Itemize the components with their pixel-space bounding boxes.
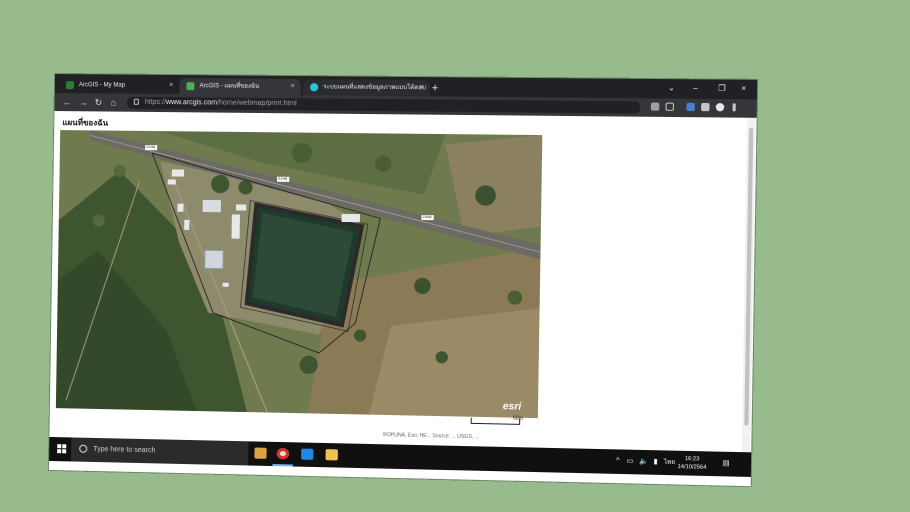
address-bar[interactable]: https://www.arcgis.com/home/webmap/print… [126,96,641,114]
minimize-button[interactable]: – [693,82,698,94]
attribution-text: ROPUNA, Esri, HE... Source: ... USGS, ..… [383,432,480,441]
lock-icon[interactable] [133,98,139,105]
close-tab-icon[interactable]: × [169,78,173,94]
close-tab-icon[interactable]: × [419,80,423,96]
file-explorer-icon[interactable] [325,449,338,461]
forward-button[interactable]: → [79,96,88,108]
network-icon[interactable]: ▮ [653,450,658,475]
profile-avatar-icon[interactable] [715,103,725,112]
tab-label: ArcGIS - แผนที่ของฉัน [199,83,260,90]
tab-search-icon[interactable]: ⌄ [668,82,675,94]
store-icon[interactable] [254,447,267,459]
page-scrollbar[interactable] [741,117,756,457]
satellite-map[interactable]: 2148 2148 2348 esri [55,130,543,419]
tab-label: ระบบแผนที่แสดงข้อมูลภาพแบบโต้ตอบ [323,84,426,92]
home-button[interactable]: ⌂ [111,97,117,109]
volume-icon[interactable]: 🔈 [639,450,648,475]
taskbar-clock[interactable]: 16:23 14/10/2564 [677,455,707,472]
arcgis-favicon-icon [186,82,195,91]
arcgis-favicon-icon [65,81,74,90]
tab-interactive-map[interactable]: ระบบแผนที่แสดงข้อมูลภาพแบบโต้ตอบ × [302,79,430,97]
taskbar-search-box[interactable]: Type here to search [71,437,249,466]
notification-icon[interactable]: ▤ [722,452,730,477]
close-tab-icon[interactable]: × [290,79,295,95]
mail-icon[interactable] [301,448,314,460]
menu-kebab-icon[interactable] [732,103,736,112]
road-label: 2148 [278,175,288,181]
map-imagery [55,130,543,419]
bookmark-star-icon[interactable] [665,102,674,111]
extension-icon[interactable] [686,102,695,112]
language-indicator[interactable]: ไทย [664,450,675,475]
esri-logo: esri [502,401,522,413]
tray-overflow-icon[interactable]: ^ [616,449,620,474]
chrome-icon[interactable] [276,447,290,460]
active-app-indicator [272,464,293,467]
page-title: แผนที่ของฉัน [62,118,109,128]
maximize-button[interactable]: ❐ [718,83,726,95]
monitor-screen: ArcGIS - My Map × ArcGIS - แผนที่ของฉัน … [48,74,758,487]
puzzle-extensions-icon[interactable] [701,102,710,112]
new-tab-button[interactable]: + [432,81,439,95]
clock-date: 14/10/2564 [677,464,707,471]
windows-start-icon[interactable] [57,444,67,454]
tab-label: ArcGIS - My Map [78,82,126,89]
translate-icon[interactable] [650,102,660,111]
close-window-button[interactable]: × [741,83,746,95]
search-icon [79,444,88,453]
tab-arcgis-thai-map[interactable]: ArcGIS - แผนที่ของฉัน × [179,78,301,96]
back-button[interactable]: ← [63,96,72,108]
road-label: 2348 [422,213,432,220]
battery-icon[interactable]: ▭ [626,450,633,475]
tab-arcgis-my-map[interactable]: ArcGIS - My Map × [59,77,180,94]
url-text[interactable]: https://www.arcgis.com/home/webmap/print… [145,97,297,110]
story-map-favicon-icon [309,83,319,92]
reload-button[interactable]: ↻ [95,96,103,108]
scrollbar-thumb[interactable] [744,128,754,426]
road-label: 2148 [146,144,156,150]
print-page: แผนที่ของฉัน 2148 2148 2348 esri 60m ROP… [49,111,757,460]
search-placeholder: Type here to search [93,445,156,455]
scale-label: 60m [512,415,524,422]
